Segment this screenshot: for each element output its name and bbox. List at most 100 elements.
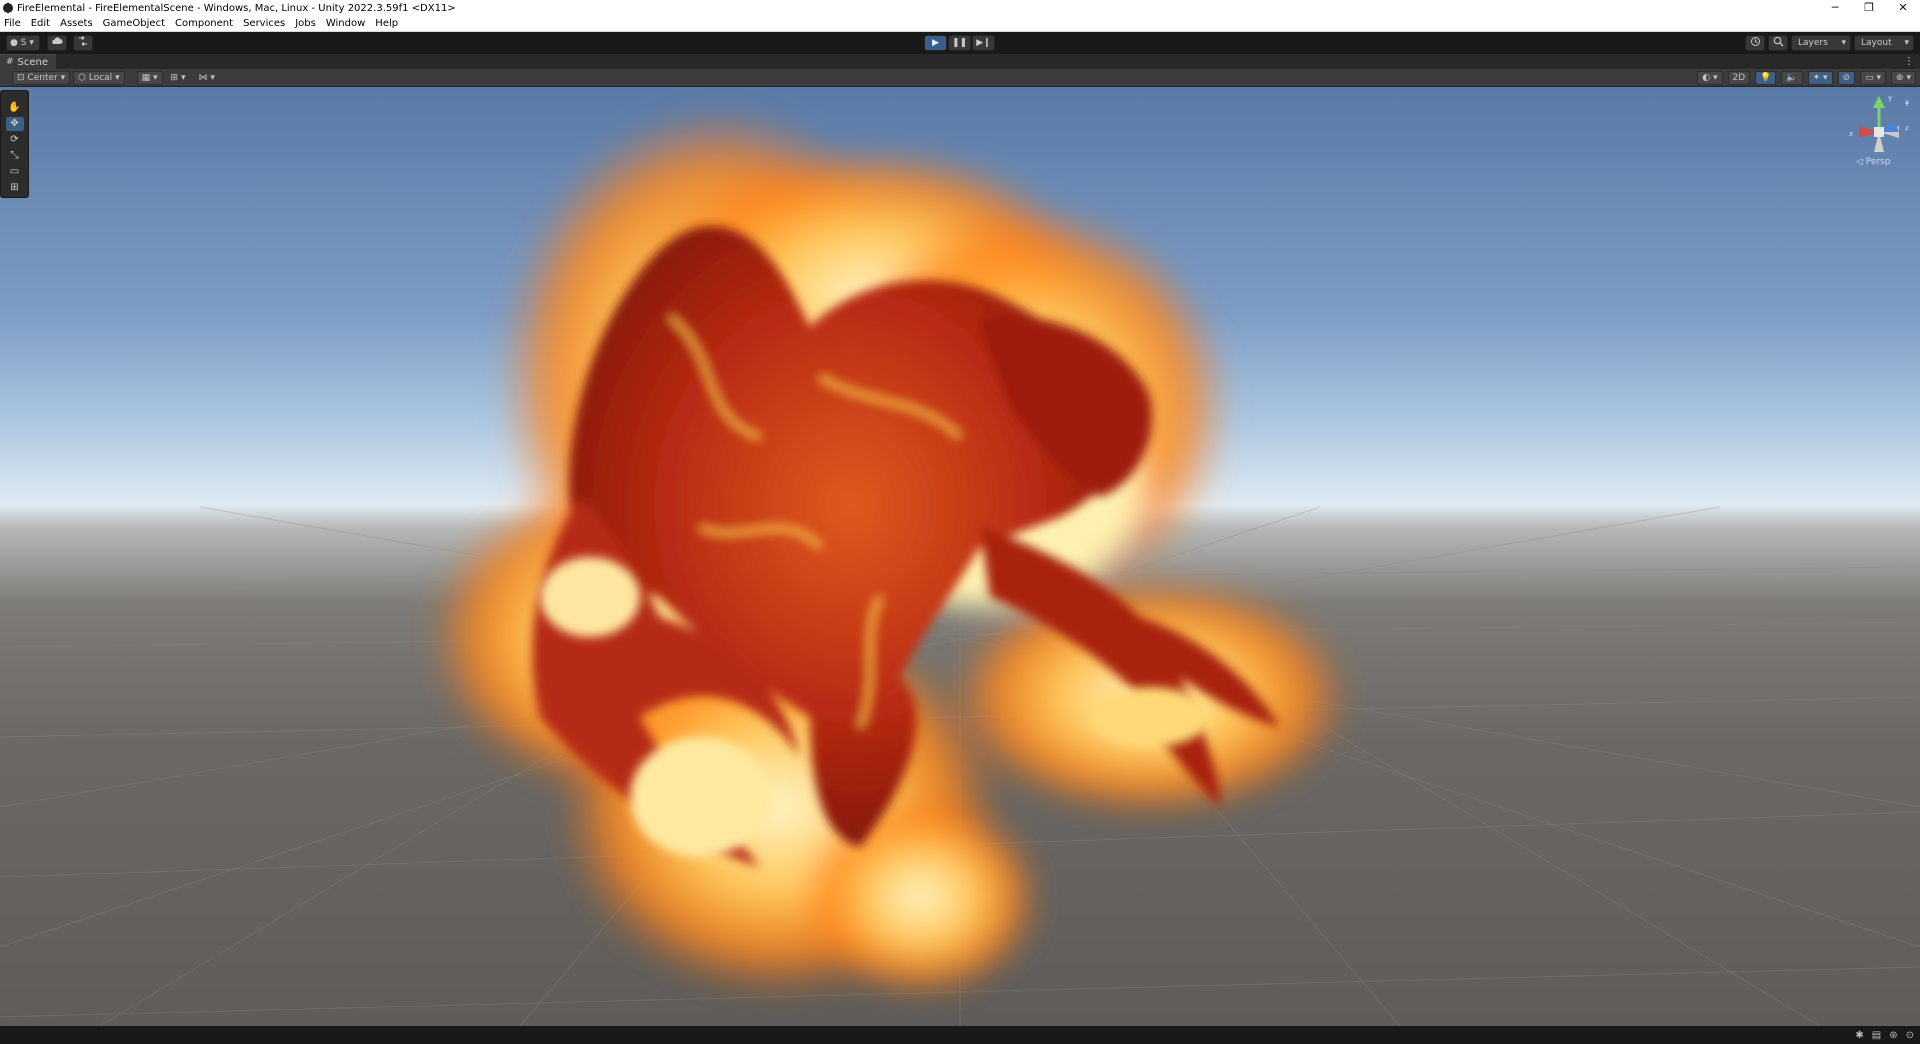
perspective-icon: ◁ (1856, 157, 1863, 167)
chevron-down-icon: ▾ (29, 38, 34, 48)
layers-label: Layers (1798, 38, 1828, 48)
effects-dropdown[interactable]: ✦ ▾ (1807, 71, 1833, 85)
version-control-icon (79, 36, 87, 46)
playmode-controls: ▶ ❚❚ ▶❙ (924, 35, 995, 51)
menu-jobs[interactable]: Jobs (295, 18, 316, 29)
shaded-sphere-icon: ◐ (1702, 73, 1711, 83)
search-icon (1773, 36, 1783, 47)
menu-gameobject[interactable]: GameObject (103, 18, 165, 29)
account-dropdown[interactable]: ● S ▾ (6, 35, 40, 51)
transform-tool-icon[interactable]: ⊞ (6, 181, 24, 195)
draw-mode-dropdown[interactable]: ◐ ▾ (1697, 71, 1723, 85)
layout-label: Layout (1861, 38, 1892, 48)
chevron-down-icon: ▾ (60, 72, 66, 83)
account-icon: ● (10, 38, 18, 48)
layers-dropdown[interactable]: Layers ▾ (1791, 35, 1851, 51)
audio-toggle[interactable]: 🔈 (1781, 71, 1803, 85)
minimize-button[interactable]: ─ (1818, 0, 1852, 16)
network-icon[interactable]: ⊛ (1889, 1030, 1897, 1041)
cloud-button[interactable] (47, 35, 67, 51)
toolbar-right: Layers ▾ Layout ▾ (1745, 35, 1914, 51)
tab-bar: # Scene ⋮ (0, 54, 1920, 69)
progress-icon[interactable]: ▤ (1872, 1030, 1881, 1041)
menu-edit[interactable]: Edit (31, 18, 50, 29)
gizmo-y-label: y (1888, 94, 1892, 102)
chevron-down-icon: ▾ (180, 72, 186, 83)
space-dropdown[interactable]: ⬡ Local ▾ (73, 70, 125, 85)
menu-services[interactable]: Services (243, 18, 285, 29)
chevron-down-icon: ▾ (1904, 38, 1909, 48)
rect-tool-icon[interactable]: ▭ (6, 165, 24, 179)
pivot-label: Center (27, 72, 58, 83)
camera-dropdown[interactable]: ▭ ▾ (1860, 71, 1887, 85)
pivot-dropdown[interactable]: ⊡ Center ▾ (12, 70, 71, 85)
chevron-down-icon: ▾ (1906, 73, 1911, 83)
chevron-down-icon: ▾ (210, 72, 215, 83)
toggle-2d-button[interactable]: 2D (1727, 71, 1751, 85)
menu-help[interactable]: Help (375, 18, 398, 29)
bug-report-icon[interactable]: ✱ (1855, 1030, 1863, 1041)
effects-icon: ✦ (1812, 73, 1821, 83)
tab-scene[interactable]: # Scene (0, 54, 57, 69)
version-control-button[interactable] (73, 35, 93, 51)
menu-file[interactable]: File (4, 18, 21, 29)
cloud-icon (52, 37, 63, 44)
menu-component[interactable]: Component (175, 18, 233, 29)
step-button[interactable]: ▶❙ (972, 35, 995, 51)
projection-toggle[interactable]: ◁ Persp (1856, 157, 1891, 167)
tab-scene-label: Scene (17, 56, 49, 68)
more-options-icon[interactable]: ⋮ (1904, 56, 1914, 67)
hidden-eye-icon: ⊘ (1842, 73, 1851, 83)
scene-icon: # (6, 57, 14, 67)
chevron-down-icon: ▾ (1841, 38, 1846, 48)
pause-button[interactable]: ❚❚ (948, 35, 971, 51)
gizmo-x-label: x (1849, 130, 1853, 138)
increment-snap-icon: ⋈ (198, 72, 208, 83)
snap-toggle[interactable]: ⊞ ▾ (165, 70, 191, 85)
history-icon (1750, 37, 1760, 46)
menu-window[interactable]: Window (326, 18, 365, 29)
scene-viewport[interactable]: ✋ ✥ ⟳ ⤡ ▭ ⊞ x y z ◁ Persp (0, 87, 1920, 1026)
title-bar: FireElemental - FireElementalScene - Win… (0, 0, 1920, 16)
projection-label: Persp (1865, 157, 1891, 167)
camera-icon: ▭ (1865, 73, 1874, 83)
chevron-down-icon: ▾ (1713, 73, 1718, 83)
window-title: FireElemental - FireElementalScene - Win… (17, 2, 456, 14)
gizmos-globe-icon: ⊕ (1896, 73, 1904, 83)
chevron-down-icon: ▾ (1876, 73, 1882, 83)
pivot-icon: ⊡ (17, 72, 25, 83)
scene-toolbar-right: ◐ ▾ 2D 💡 🔈 ✦ ▾ ⊘ ▭ ▾ ⊕ ▾ (1694, 71, 1916, 85)
unity-logo-icon (3, 3, 13, 13)
scene-toolbar: ⊡ Center ▾ ⬡ Local ▾ ▦ ▾ ⊞ ▾ ⋈ ▾ ◐ ▾ 2D … (0, 69, 1920, 87)
chevron-down-icon: ▾ (115, 72, 120, 83)
layout-dropdown[interactable]: Layout ▾ (1854, 35, 1914, 51)
hand-tool-icon[interactable]: ✋ (6, 101, 24, 115)
lighting-toggle[interactable]: 💡 (1755, 71, 1777, 85)
chevron-down-icon: ▾ (152, 72, 158, 83)
restore-button[interactable]: ❐ (1852, 0, 1886, 16)
scene-visibility-toggle[interactable]: ⊘ (1837, 71, 1856, 85)
increment-snap-toggle[interactable]: ⋈ ▾ (193, 70, 220, 85)
undo-history-button[interactable] (1745, 35, 1765, 51)
notifications-icon[interactable]: ⊙ (1906, 1030, 1914, 1041)
gizmo-z-label: z (1905, 124, 1909, 132)
main-toolbar: ● S ▾ ▶ ❚❚ ▶❙ Layers ▾ Layout ▾ (0, 32, 1920, 54)
grid-toggle[interactable]: ▦ ▾ (136, 70, 163, 85)
light-bulb-icon: 💡 (1760, 73, 1772, 83)
chevron-down-icon: ▾ (1823, 73, 1828, 83)
gizmos-dropdown[interactable]: ⊕ ▾ (1891, 71, 1916, 85)
speaker-icon: 🔈 (1786, 73, 1798, 83)
close-button[interactable]: ✕ (1886, 0, 1920, 16)
account-label: S (20, 38, 27, 48)
scene-tools-overlay: ✋ ✥ ⟳ ⤡ ▭ ⊞ (0, 90, 29, 198)
search-button[interactable] (1768, 35, 1788, 51)
status-bar: ✱ ▤ ⊛ ⊙ (0, 1026, 1920, 1044)
fire-elemental-creature[interactable] (340, 87, 1400, 1026)
move-tool-icon[interactable]: ✥ (5, 117, 24, 131)
snap-grid-icon: ⊞ (170, 72, 179, 83)
rotate-tool-icon[interactable]: ⟳ (6, 133, 24, 147)
scale-tool-icon[interactable]: ⤡ (6, 149, 24, 163)
play-button[interactable]: ▶ (924, 35, 947, 51)
menu-assets[interactable]: Assets (60, 18, 93, 29)
lock-icon[interactable] (1905, 100, 1909, 106)
